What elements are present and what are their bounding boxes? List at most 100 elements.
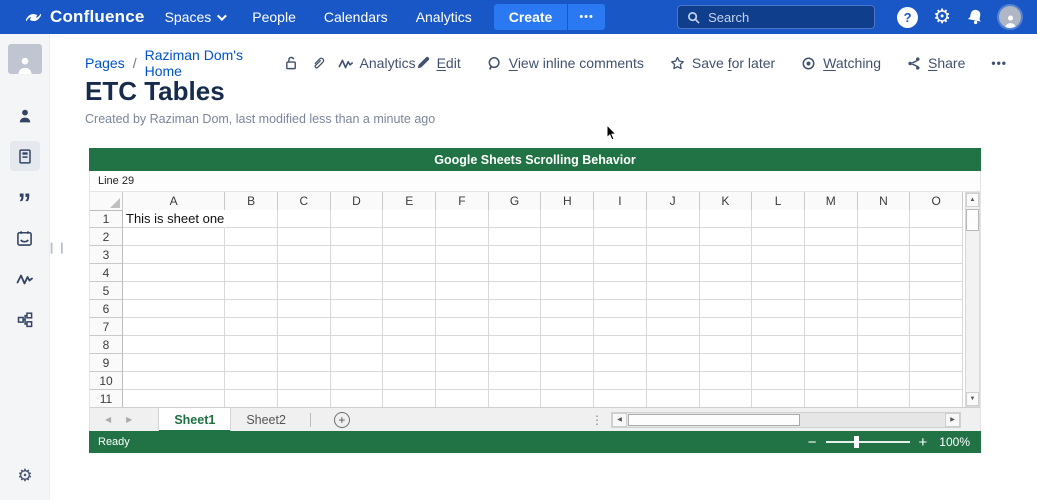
attachments-paperclip-icon[interactable] [311, 55, 326, 71]
cell[interactable] [700, 372, 753, 390]
cell[interactable] [383, 390, 436, 407]
tab-scroll-right-icon[interactable]: ▶ [126, 415, 132, 424]
cell[interactable] [331, 300, 384, 318]
unlock-icon[interactable] [284, 55, 299, 71]
cell[interactable] [489, 354, 542, 372]
cell[interactable] [123, 246, 225, 264]
cell[interactable] [331, 228, 384, 246]
scrollbar-splitter-dots[interactable]: ⋮ [591, 413, 603, 427]
cell[interactable] [647, 246, 700, 264]
cell[interactable] [541, 354, 594, 372]
cell[interactable] [489, 390, 542, 407]
cell[interactable] [700, 210, 753, 228]
cell[interactable] [805, 372, 858, 390]
nav-people[interactable]: People [252, 9, 296, 25]
help-icon[interactable]: ? [897, 7, 918, 28]
cell[interactable] [858, 354, 911, 372]
cell[interactable] [541, 336, 594, 354]
cell[interactable] [700, 300, 753, 318]
cell[interactable] [594, 318, 647, 336]
cell[interactable] [225, 264, 278, 282]
cell[interactable] [700, 354, 753, 372]
row-header[interactable]: 10 [90, 372, 123, 390]
tab-scroll-left-icon[interactable]: ◀ [105, 415, 111, 424]
row-header[interactable]: 7 [90, 318, 123, 336]
cell[interactable] [647, 264, 700, 282]
cell[interactable] [700, 264, 753, 282]
cell[interactable] [700, 246, 753, 264]
cell[interactable] [436, 354, 489, 372]
cell[interactable] [278, 228, 331, 246]
cell[interactable] [489, 246, 542, 264]
cell[interactable] [752, 210, 805, 228]
cell[interactable] [278, 354, 331, 372]
select-all-corner[interactable] [90, 192, 123, 211]
cell[interactable] [436, 210, 489, 228]
sidebar-page-tree-icon[interactable] [10, 305, 40, 335]
create-more-button[interactable]: ••• [567, 4, 605, 30]
cell[interactable] [489, 264, 542, 282]
cell[interactable] [752, 372, 805, 390]
cell[interactable] [278, 318, 331, 336]
sidebar-blog-icon[interactable]: ” [10, 181, 40, 211]
cell[interactable] [700, 336, 753, 354]
cell[interactable] [489, 228, 542, 246]
cell[interactable] [331, 390, 384, 407]
cell[interactable] [647, 282, 700, 300]
page-more-button[interactable]: ••• [991, 56, 1007, 70]
cell[interactable] [331, 318, 384, 336]
cell[interactable] [647, 390, 700, 407]
cell[interactable] [647, 228, 700, 246]
cell[interactable] [278, 210, 331, 228]
cell[interactable] [383, 372, 436, 390]
horizontal-scrollbar-track[interactable] [627, 413, 945, 427]
column-header[interactable]: L [752, 192, 805, 211]
column-header[interactable]: J [647, 192, 700, 211]
cell[interactable] [541, 300, 594, 318]
cell[interactable] [752, 390, 805, 407]
cell[interactable] [700, 318, 753, 336]
row-header[interactable]: 11 [90, 390, 123, 407]
cell[interactable] [436, 246, 489, 264]
cell[interactable] [331, 264, 384, 282]
cell[interactable] [910, 228, 963, 246]
cell[interactable] [225, 300, 278, 318]
cell[interactable] [805, 264, 858, 282]
cell[interactable] [752, 264, 805, 282]
cell[interactable] [383, 300, 436, 318]
cell[interactable] [436, 372, 489, 390]
cell[interactable] [383, 318, 436, 336]
cell[interactable] [489, 282, 542, 300]
cell[interactable] [805, 336, 858, 354]
cell[interactable] [858, 282, 911, 300]
cell[interactable] [752, 246, 805, 264]
cell[interactable] [858, 390, 911, 407]
cell[interactable] [541, 246, 594, 264]
cell[interactable] [805, 354, 858, 372]
cell[interactable] [910, 372, 963, 390]
cell[interactable] [700, 282, 753, 300]
vertical-scrollbar[interactable]: ▲ ▼ [965, 192, 980, 407]
cell[interactable] [594, 390, 647, 407]
cell[interactable] [225, 354, 278, 372]
cell[interactable] [383, 336, 436, 354]
cell[interactable] [331, 336, 384, 354]
cell[interactable] [225, 336, 278, 354]
cell[interactable] [594, 354, 647, 372]
cell[interactable] [123, 354, 225, 372]
cell[interactable] [910, 264, 963, 282]
cell[interactable] [910, 318, 963, 336]
row-header[interactable]: 5 [90, 282, 123, 300]
cell[interactable] [647, 336, 700, 354]
share-button[interactable]: Share [907, 55, 965, 71]
cell[interactable] [594, 372, 647, 390]
cell[interactable] [752, 300, 805, 318]
cell[interactable] [752, 228, 805, 246]
cell[interactable] [383, 210, 436, 228]
cell[interactable] [436, 264, 489, 282]
cell[interactable] [383, 282, 436, 300]
search-input[interactable]: Search [677, 5, 875, 29]
cell[interactable] [858, 318, 911, 336]
sidebar-resize-handle[interactable]: ❙❙ [47, 241, 67, 254]
zoom-out-button[interactable]: − [808, 435, 817, 450]
